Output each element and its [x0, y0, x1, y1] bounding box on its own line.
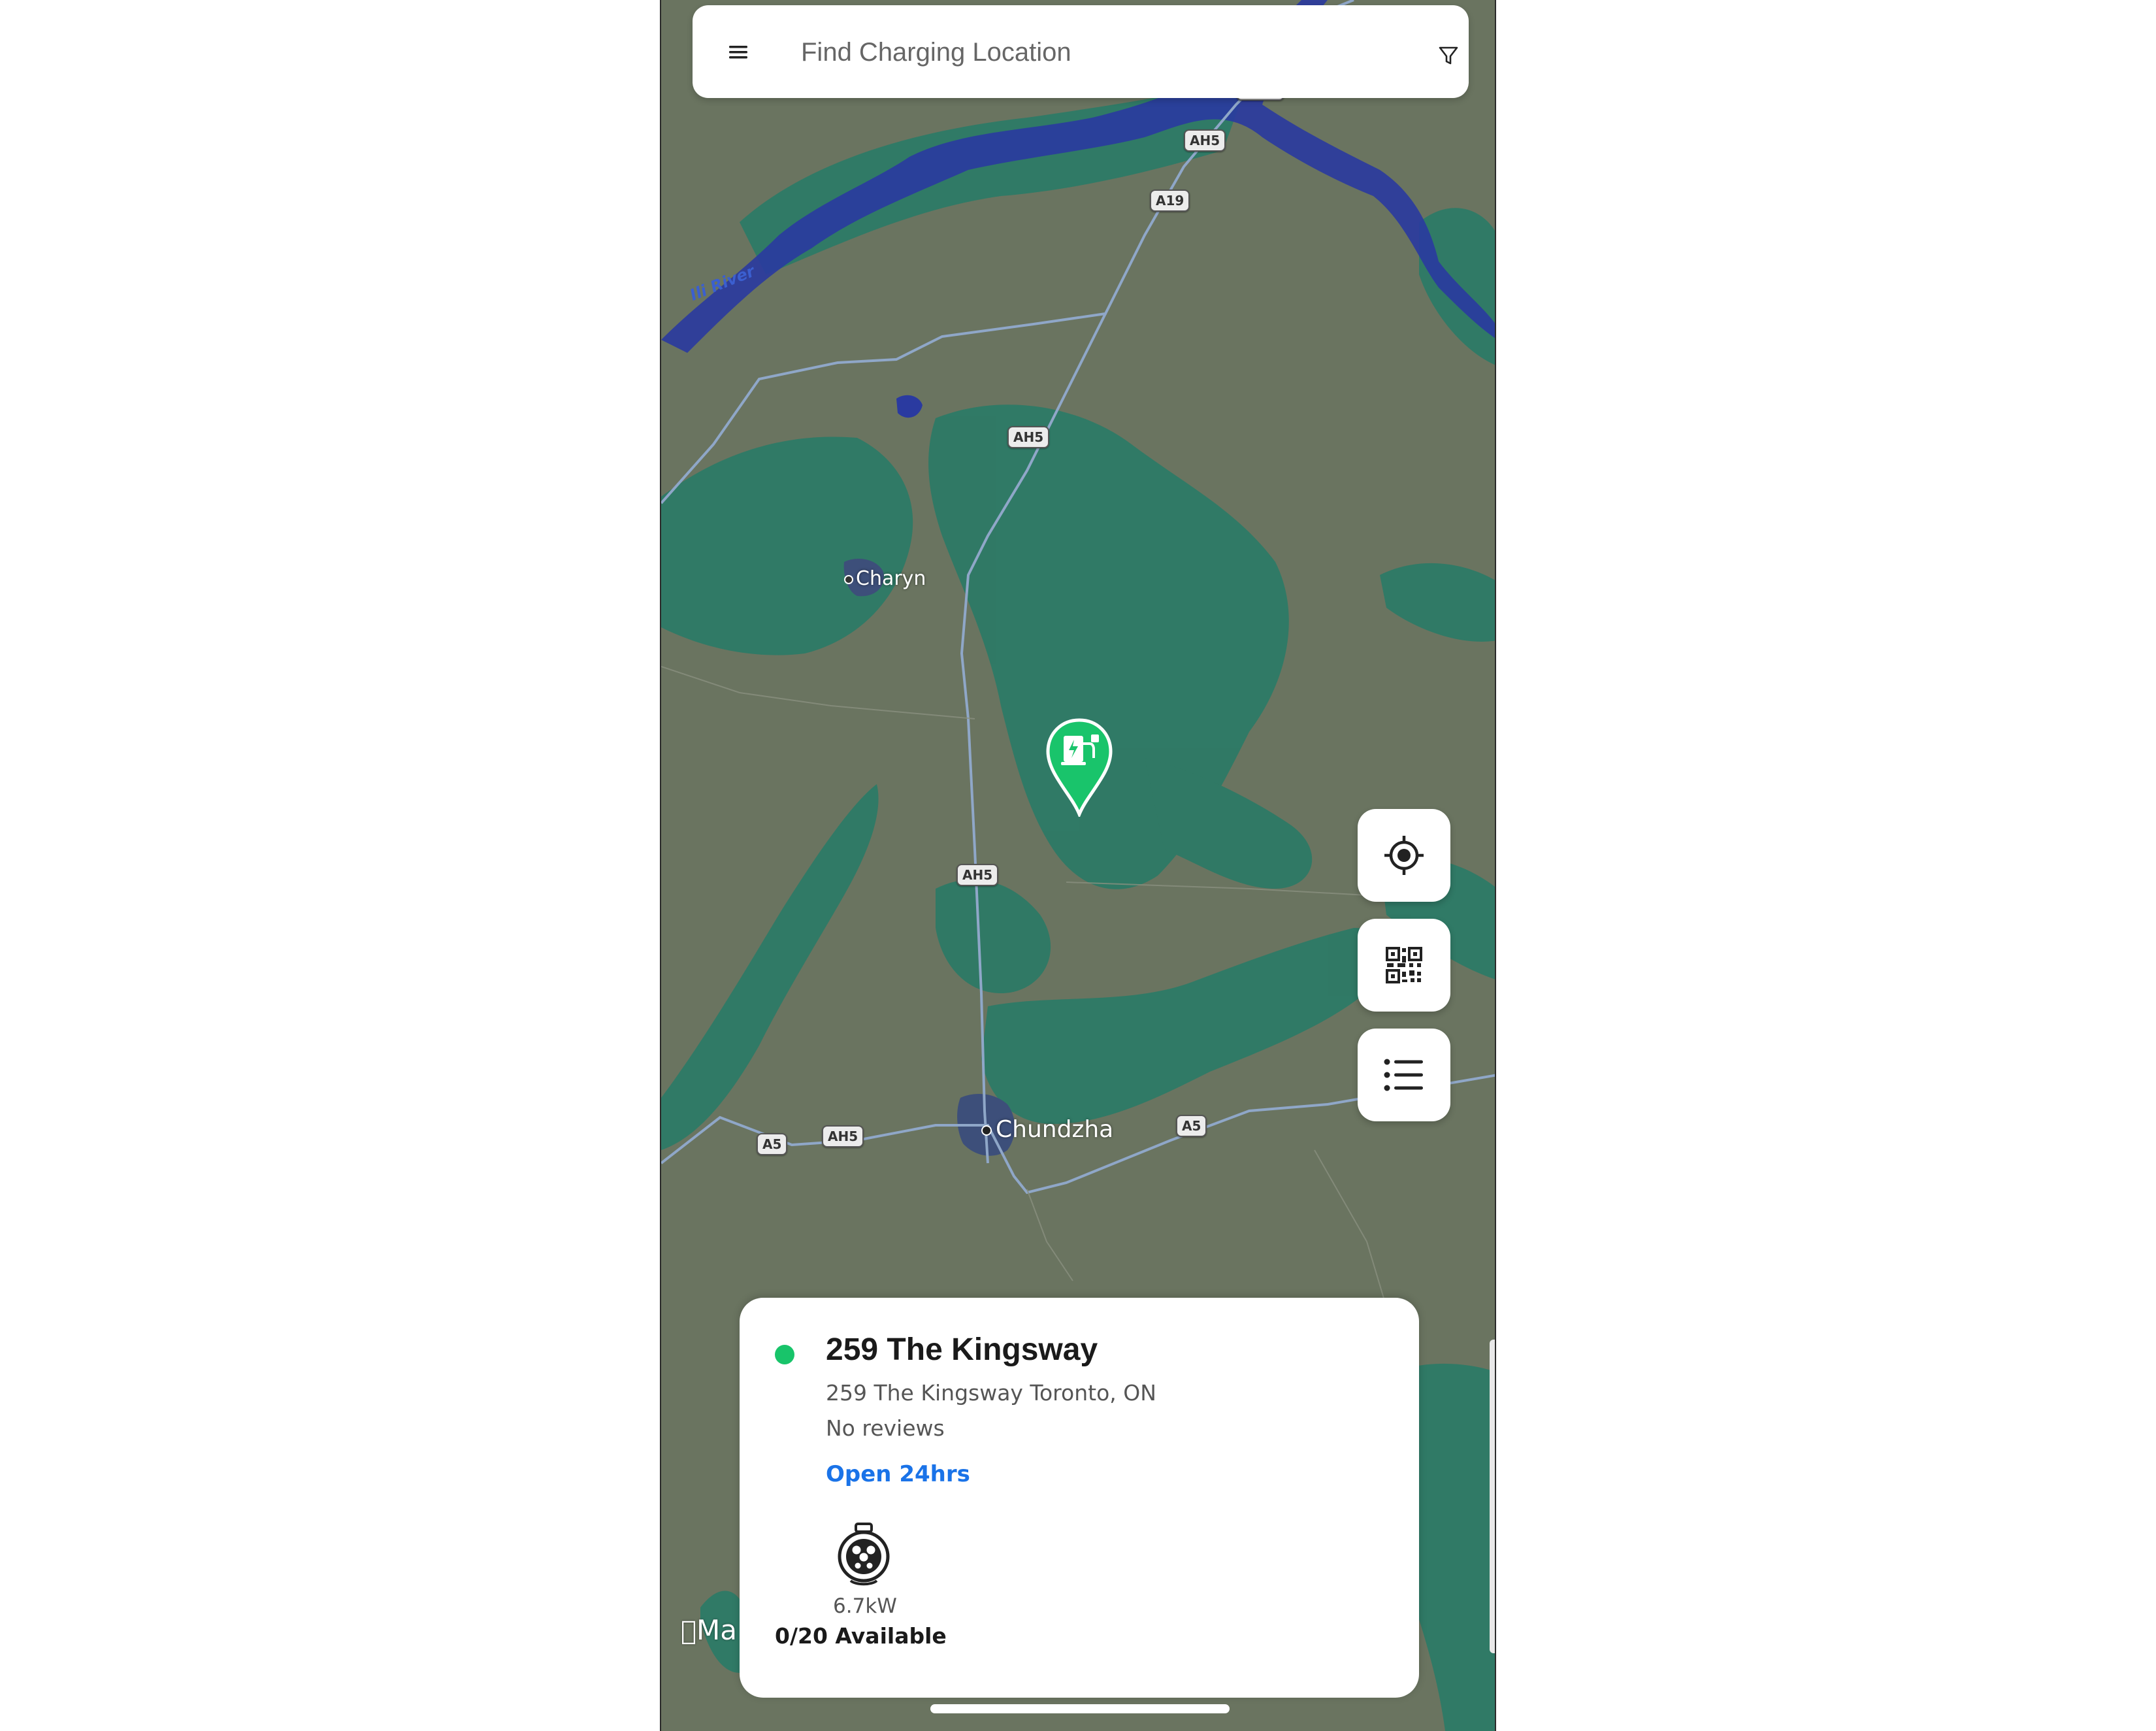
- search-input[interactable]: [800, 31, 1364, 73]
- connector-availability: 0/20 Available: [775, 1623, 947, 1649]
- menu-icon[interactable]: [727, 41, 750, 64]
- road-shield-a5: A5: [1176, 1115, 1207, 1137]
- ev-charger-pin-icon[interactable]: [1045, 717, 1113, 817]
- apple-logo-icon: : [681, 1616, 696, 1646]
- list-icon: [1384, 1059, 1423, 1091]
- road-shield-ah5: AH5: [956, 864, 999, 886]
- locate-me-button[interactable]: [1358, 809, 1450, 902]
- home-indicator[interactable]: [930, 1704, 1230, 1713]
- road-shield-ah5: AH5: [1184, 129, 1226, 152]
- qr-code-icon: [1386, 947, 1422, 983]
- filter-icon[interactable]: [1437, 44, 1460, 67]
- qr-scan-button[interactable]: [1358, 919, 1450, 1012]
- status-indicator: [775, 1345, 794, 1364]
- place-label-charyn: Charyn: [844, 567, 926, 590]
- connector-power: 6.7kW: [833, 1594, 897, 1618]
- station-address: 259 The Kingsway Toronto, ON: [826, 1380, 1156, 1406]
- station-info-card[interactable]: 259 The Kingsway 259 The Kingsway Toront…: [740, 1298, 1419, 1698]
- station-reviews[interactable]: No reviews: [826, 1415, 945, 1441]
- road-shield-a5: A5: [757, 1133, 788, 1155]
- place-dot: [844, 574, 853, 584]
- station-hours: Open 24hrs: [826, 1461, 970, 1487]
- list-view-button[interactable]: [1358, 1029, 1450, 1121]
- maps-attribution: Ma: [681, 1614, 737, 1646]
- road-shield-ah5: AH5: [1007, 426, 1050, 448]
- side-sheet-handle[interactable]: [1490, 1340, 1495, 1653]
- app-screen: Ili River Charyn Chundzha 2012 AH5 A19 A…: [660, 0, 1496, 1731]
- search-bar: [693, 5, 1469, 98]
- road-shield-ah5: AH5: [822, 1125, 864, 1147]
- road-shield-a19: A19: [1150, 190, 1190, 212]
- station-title: 259 The Kingsway: [826, 1332, 1098, 1367]
- j1772-connector-icon: [838, 1523, 890, 1586]
- crosshair-icon: [1384, 836, 1424, 875]
- place-label-chundzha: Chundzha: [981, 1116, 1113, 1143]
- place-dot: [981, 1125, 992, 1136]
